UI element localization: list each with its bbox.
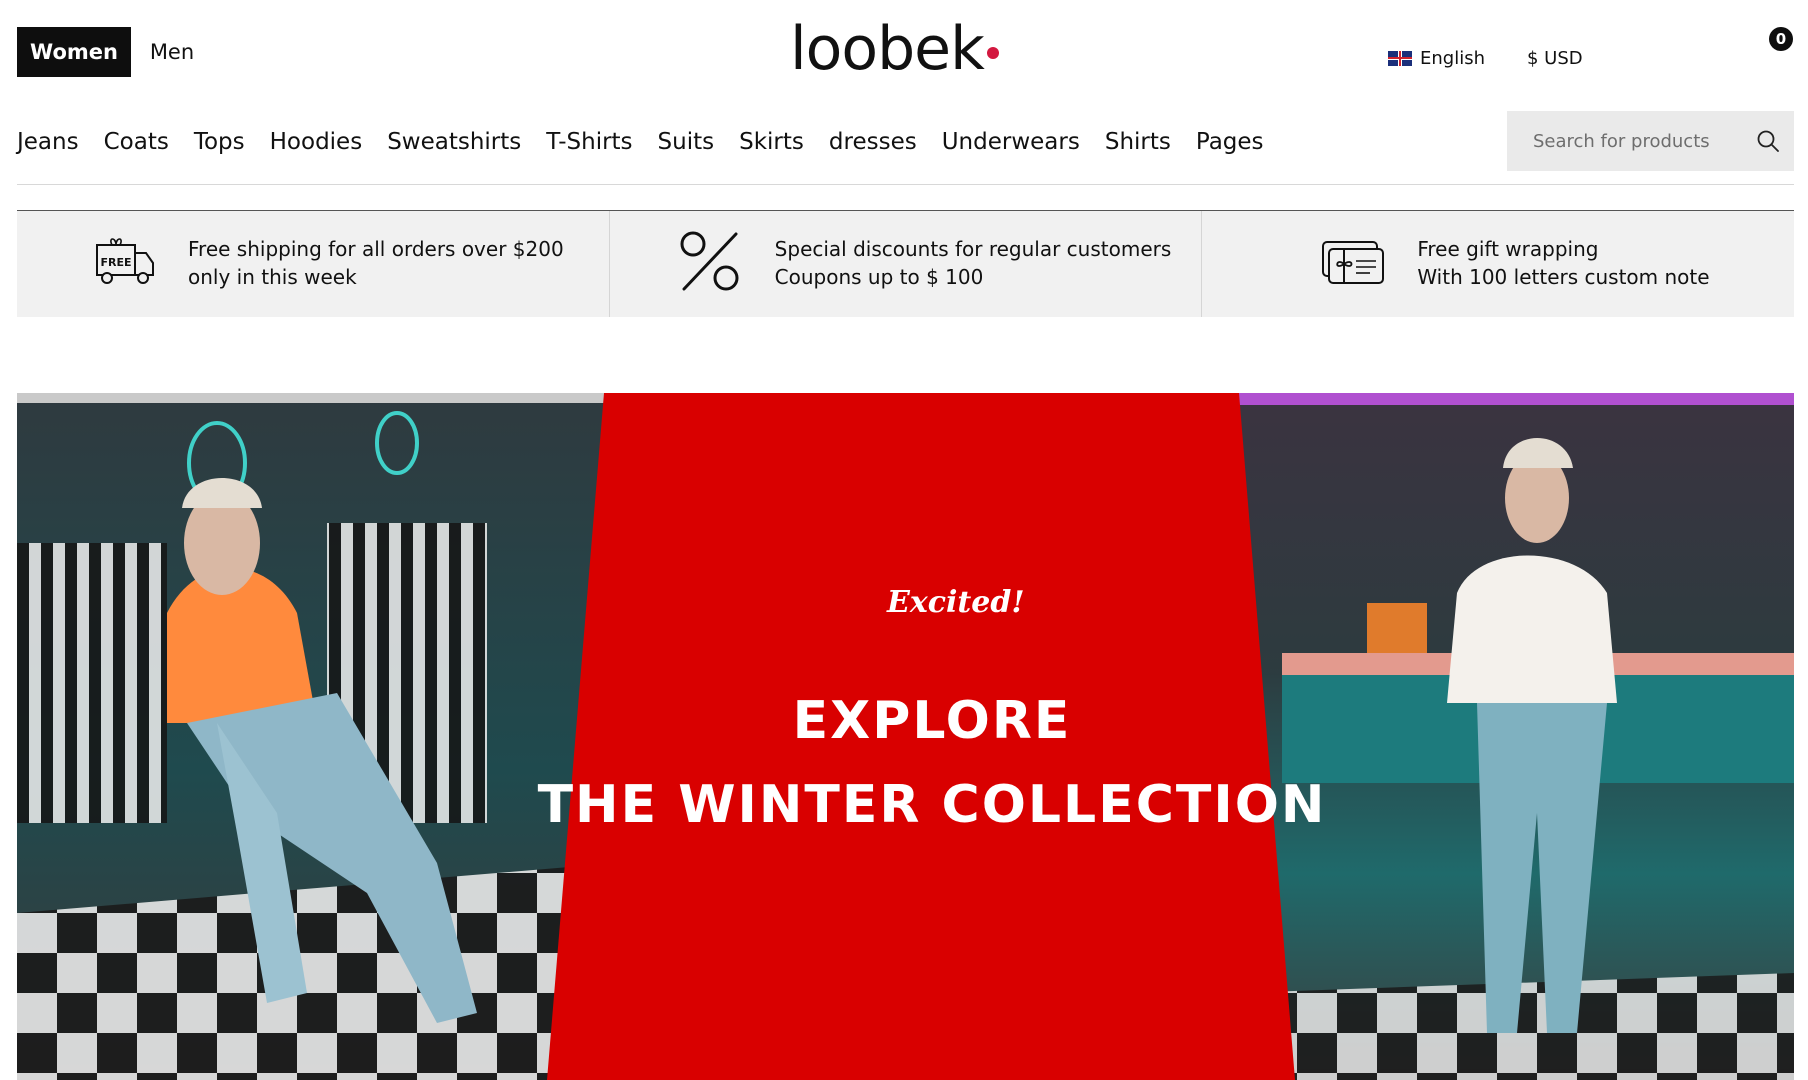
hero-tagline: Excited!: [887, 585, 1025, 620]
feature-3-line1: Free gift wrapping: [1417, 237, 1599, 261]
nav-item-underwears[interactable]: Underwears: [942, 129, 1080, 155]
nav-item-coats[interactable]: Coats: [104, 129, 169, 155]
currency-selector[interactable]: $ USD: [1527, 44, 1583, 72]
nav-item-pages[interactable]: Pages: [1196, 129, 1264, 155]
tab-men[interactable]: Men: [147, 27, 197, 77]
nav-item-t-shirts[interactable]: T-Shirts: [546, 129, 632, 155]
search-box: [1507, 111, 1794, 171]
logo-text: loobek: [790, 14, 985, 84]
free-delivery-truck-icon: FREE: [96, 238, 154, 284]
currency-label: $ USD: [1527, 47, 1583, 69]
search-icon[interactable]: [1756, 129, 1780, 153]
search-input[interactable]: [1531, 129, 1745, 153]
feature-gift-wrapping: Free gift wrapping With 100 letters cust…: [1202, 211, 1794, 317]
hero-banner[interactable]: Excited! EXPLORE THE WINTER COLLECTION: [17, 393, 1794, 1080]
feature-1-line1: Free shipping for all orders over $200: [188, 237, 564, 261]
logo-dot: [986, 47, 999, 59]
feature-2-line2: Coupons up to $ 100: [774, 265, 984, 289]
nav-divider: [17, 184, 1794, 185]
hero-headline-line2: THE WINTER COLLECTION: [537, 775, 1327, 835]
gift-card-icon: [1322, 241, 1385, 284]
nav-item-tops[interactable]: Tops: [194, 129, 245, 155]
nav-item-hoodies[interactable]: Hoodies: [270, 129, 363, 155]
feature-2-line1: Special discounts for regular customers: [774, 237, 1172, 261]
nav-item-shirts[interactable]: Shirts: [1105, 129, 1171, 155]
site-logo[interactable]: loobek: [790, 14, 999, 84]
hero-headline-line1: EXPLORE: [792, 691, 1072, 751]
nav-item-sweatshirts[interactable]: Sweatshirts: [387, 129, 521, 155]
nav-item-dresses[interactable]: dresses: [829, 129, 917, 155]
feature-discounts: Special discounts for regular customers …: [610, 211, 1203, 317]
cart-count-badge[interactable]: 0: [1769, 27, 1793, 51]
main-nav: Jeans Coats Tops Hoodies Sweatshirts T-S…: [17, 122, 1264, 162]
feature-free-shipping: FREE Free shipping for all orders over $…: [17, 211, 610, 317]
tab-women[interactable]: Women: [17, 27, 131, 77]
features-strip: FREE Free shipping for all orders over $…: [17, 211, 1794, 317]
feature-1-line2: only in this week: [188, 265, 357, 289]
feature-3-line2: With 100 letters custom note: [1417, 265, 1710, 289]
nav-item-suits[interactable]: Suits: [658, 129, 715, 155]
language-selector[interactable]: English: [1388, 44, 1485, 72]
uk-flag-icon: [1388, 50, 1412, 66]
nav-item-jeans[interactable]: Jeans: [17, 129, 79, 155]
truck-free-label: FREE: [100, 256, 131, 269]
nav-item-skirts[interactable]: Skirts: [739, 129, 804, 155]
percent-icon: [680, 231, 739, 291]
language-label: English: [1420, 47, 1485, 69]
